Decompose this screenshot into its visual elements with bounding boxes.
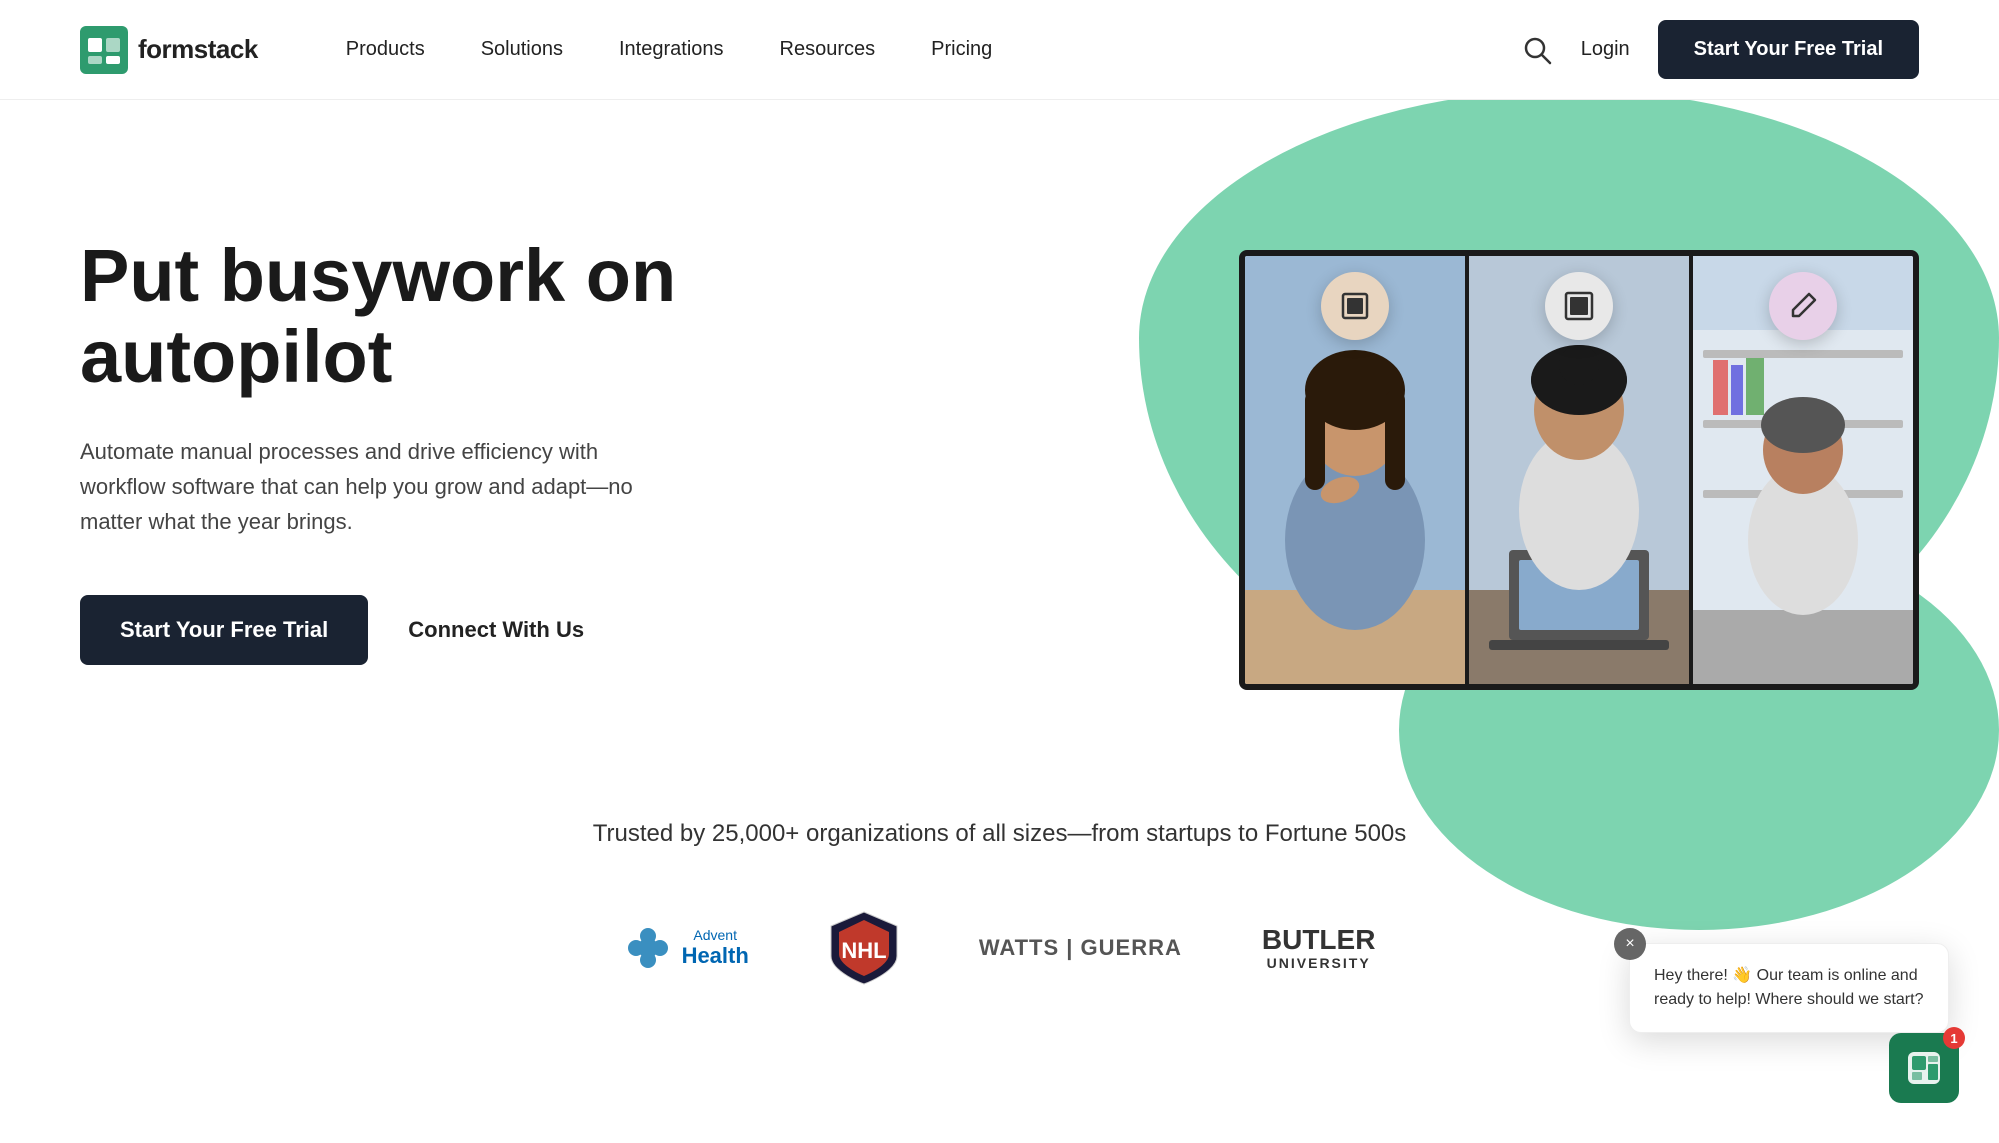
advent-health-icon (624, 924, 672, 972)
hero-image-collage (1239, 250, 1919, 690)
hero-subtitle: Automate manual processes and drive effi… (80, 434, 660, 540)
watts-guerra-logo: WATTS | GUERRA (979, 935, 1182, 961)
navbar: formstack Products Solutions Integration… (0, 0, 1999, 100)
badge-icon-1 (1321, 272, 1389, 340)
collage-panel-3 (1689, 256, 1913, 684)
svg-text:NHL: NHL (841, 938, 886, 963)
hero-cta-secondary[interactable]: Connect With Us (408, 617, 584, 643)
advent-health-text: Advent Health (682, 928, 749, 968)
formstack-logo-icon (80, 26, 128, 74)
hero-visual (780, 170, 1919, 730)
watts-guerra-text: WATTS | GUERRA (979, 935, 1182, 961)
chat-widget: × Hey there! 👋 Our team is online and re… (1889, 1033, 1959, 1103)
advent-health-logo: Advent Health (624, 924, 749, 972)
chat-notification-badge: 1 (1943, 1027, 1965, 1049)
nav-integrations[interactable]: Integrations (591, 28, 752, 71)
nav-resources[interactable]: Resources (752, 28, 904, 71)
hero-cta-primary[interactable]: Start Your Free Trial (80, 595, 368, 665)
chat-bubble: × Hey there! 👋 Our team is online and re… (1629, 943, 1949, 1033)
nhl-logo: NHL (829, 908, 899, 988)
collage-panel-1 (1245, 256, 1465, 684)
hero-section: Put busywork on autopilot Automate manua… (0, 100, 1999, 740)
nav-cta-button[interactable]: Start Your Free Trial (1658, 20, 1919, 79)
nav-products[interactable]: Products (318, 28, 453, 71)
logo-text: formstack (138, 34, 258, 65)
chat-close-button[interactable]: × (1614, 928, 1646, 960)
badge-icon-3 (1769, 272, 1837, 340)
chat-open-button[interactable]: 1 (1889, 1033, 1959, 1103)
badge-icon-2 (1545, 272, 1613, 340)
nav-solutions[interactable]: Solutions (453, 28, 591, 71)
collage-panel-2 (1465, 256, 1689, 684)
nhl-shield-icon: NHL (829, 908, 899, 988)
login-link[interactable]: Login (1581, 38, 1630, 61)
hero-title: Put busywork on autopilot (80, 235, 780, 398)
chat-bot-icon (1904, 1048, 1944, 1088)
nav-pricing[interactable]: Pricing (903, 28, 1020, 71)
nav-right: Login Start Your Free Trial (1521, 20, 1919, 79)
logo-link[interactable]: formstack (80, 26, 258, 74)
butler-university-logo: BUTLER UNIVERSITY (1262, 925, 1376, 971)
nav-links: Products Solutions Integrations Resource… (318, 28, 1521, 71)
search-icon (1521, 34, 1553, 66)
hero-buttons: Start Your Free Trial Connect With Us (80, 595, 780, 665)
chat-message: Hey there! 👋 Our team is online and read… (1654, 964, 1924, 1012)
search-button[interactable] (1521, 34, 1553, 66)
hero-content: Put busywork on autopilot Automate manua… (80, 235, 780, 665)
